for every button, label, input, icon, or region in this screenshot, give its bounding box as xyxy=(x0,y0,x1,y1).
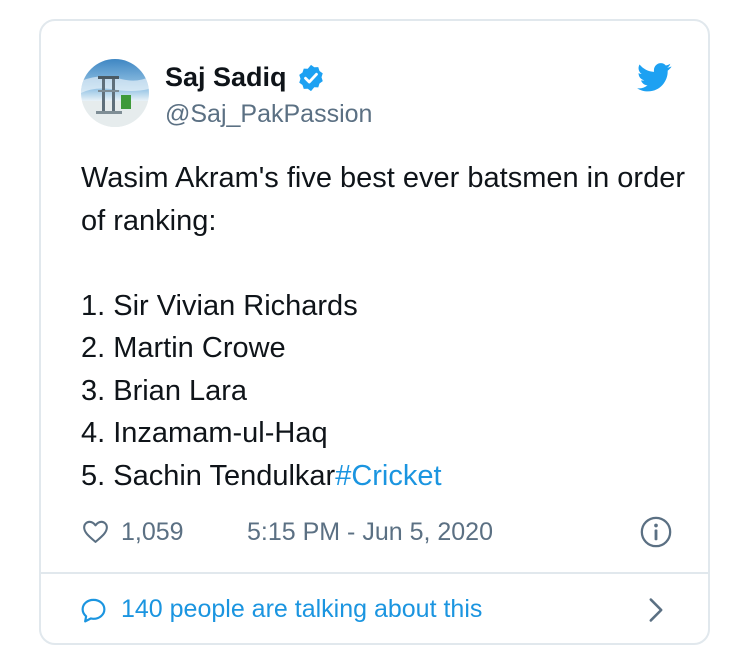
like-count[interactable]: 1,059 xyxy=(121,514,184,550)
tweet-text: Wasim Akram's five best ever batsmen in … xyxy=(81,157,691,497)
ranking-item-1: 1. Sir Vivian Richards xyxy=(81,289,358,322)
author-handle[interactable]: @Saj_PakPassion xyxy=(165,99,372,129)
tweet-timestamp[interactable]: 5:15 PM - Jun 5, 2020 xyxy=(247,514,493,550)
ranking-item-5-line: 5. Sachin Tendulkar#Cricket xyxy=(81,455,691,498)
tweet-intro: Wasim Akram's five best ever batsmen in … xyxy=(81,162,686,237)
tweet-card: Saj Sadiq @Saj_PakPassion Wasim Akram's … xyxy=(39,19,710,645)
avatar-image xyxy=(81,76,149,127)
tweet-meta: 1,059 5:15 PM - Jun 5, 2020 xyxy=(81,514,676,550)
ranking-item-2: 2. Martin Crowe xyxy=(81,332,286,364)
ranking-item-3: 3. Brian Lara xyxy=(81,374,248,407)
hashtag-link[interactable]: #Cricket xyxy=(335,460,441,492)
chevron-right-icon[interactable] xyxy=(647,597,665,623)
ranking-item-5: 5. Sachin Tendulkar xyxy=(81,459,336,492)
conversation-count[interactable]: 140 people are talking about this xyxy=(121,592,482,626)
conversation-link[interactable]: 140 people are talking about this xyxy=(41,574,708,643)
ranking-item-4: 4. Inzamam-ul-Haq xyxy=(81,417,328,449)
verified-badge-icon xyxy=(299,64,323,92)
info-icon[interactable] xyxy=(639,515,673,549)
heart-icon[interactable] xyxy=(81,517,110,546)
twitter-bird-icon[interactable] xyxy=(637,63,672,92)
author-name[interactable]: Saj Sadiq xyxy=(165,61,287,93)
avatar[interactable] xyxy=(81,59,149,127)
speech-bubble-icon xyxy=(81,598,106,623)
